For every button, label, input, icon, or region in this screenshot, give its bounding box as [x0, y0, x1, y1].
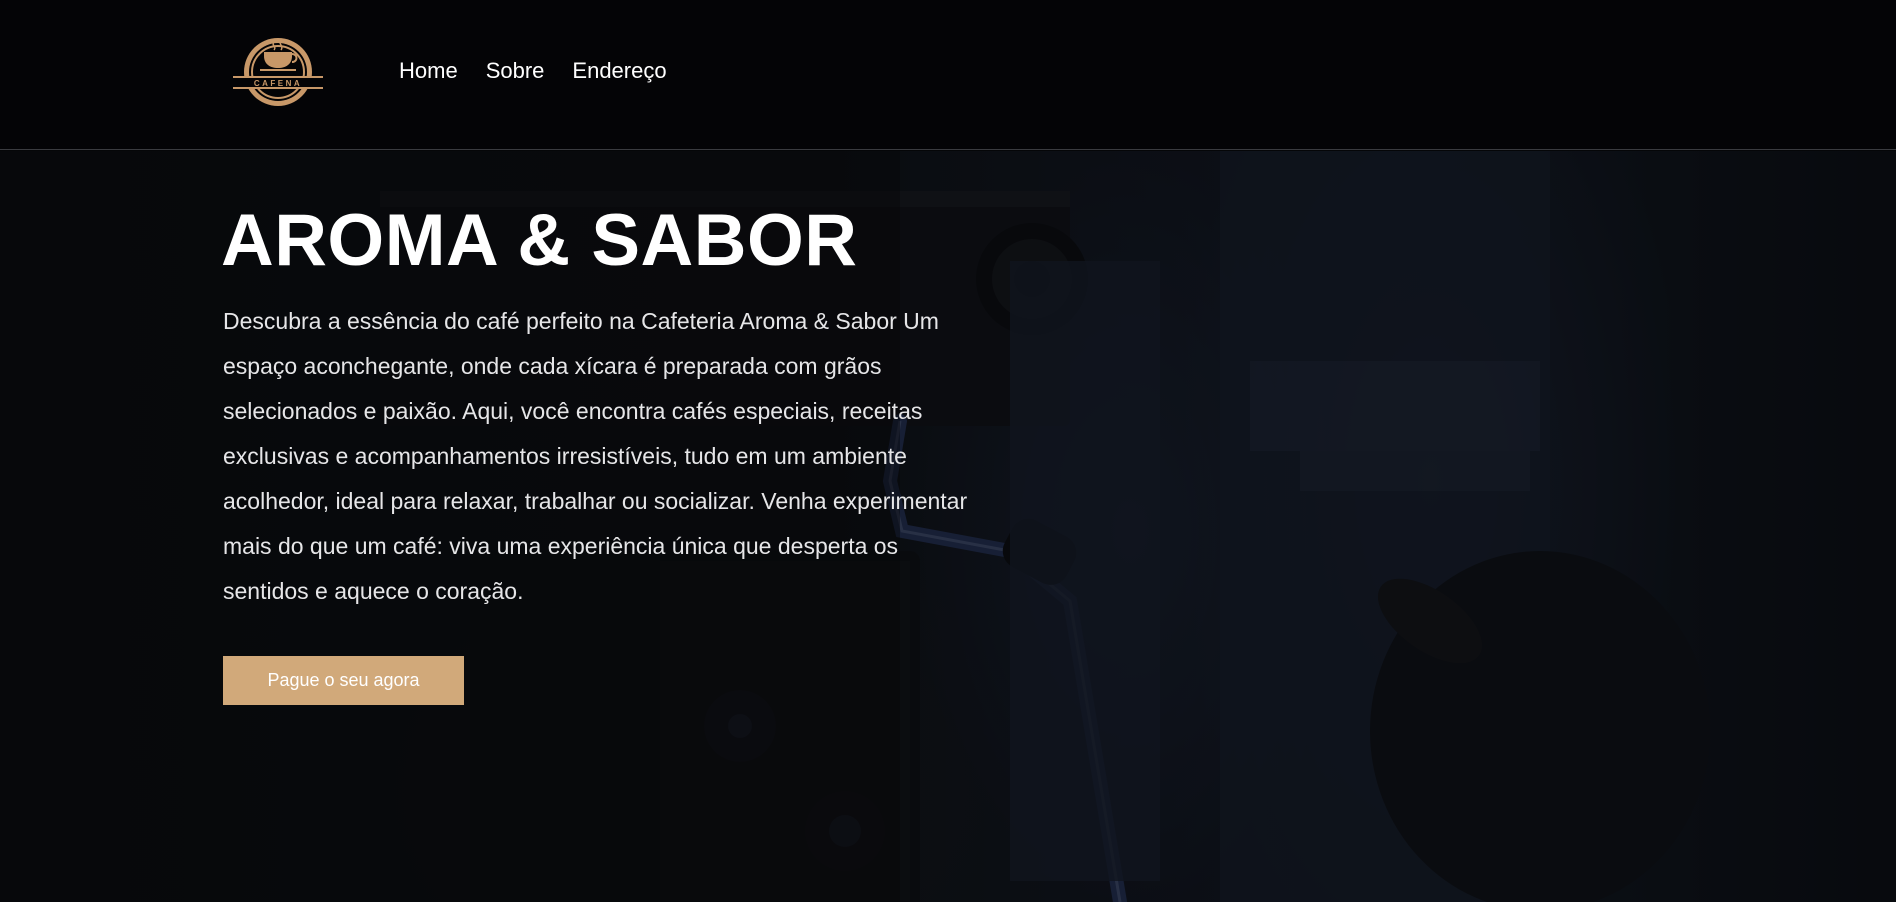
hero-content: AROMA & SABOR Descubra a essência do caf… — [221, 200, 983, 614]
cta-button[interactable]: Pague o seu agora — [223, 656, 464, 705]
cafena-logo[interactable]: CAFENA — [230, 32, 326, 112]
logo-text: CAFENA — [254, 79, 302, 88]
nav-sobre-link[interactable]: Sobre — [486, 56, 545, 86]
nav-home-link[interactable]: Home — [399, 56, 458, 86]
nav-endereco-link[interactable]: Endereço — [572, 56, 666, 86]
hero-title: AROMA & SABOR — [221, 200, 858, 281]
hero-section: AROMA & SABOR Descubra a essência do caf… — [0, 151, 1896, 902]
site-header: CAFENA Home Sobre Endereço — [0, 0, 1896, 150]
logo-badge-icon: CAFENA — [233, 38, 323, 106]
main-nav: Home Sobre Endereço — [399, 56, 695, 86]
hero-description: Descubra a essência do café perfeito na … — [223, 308, 968, 604]
